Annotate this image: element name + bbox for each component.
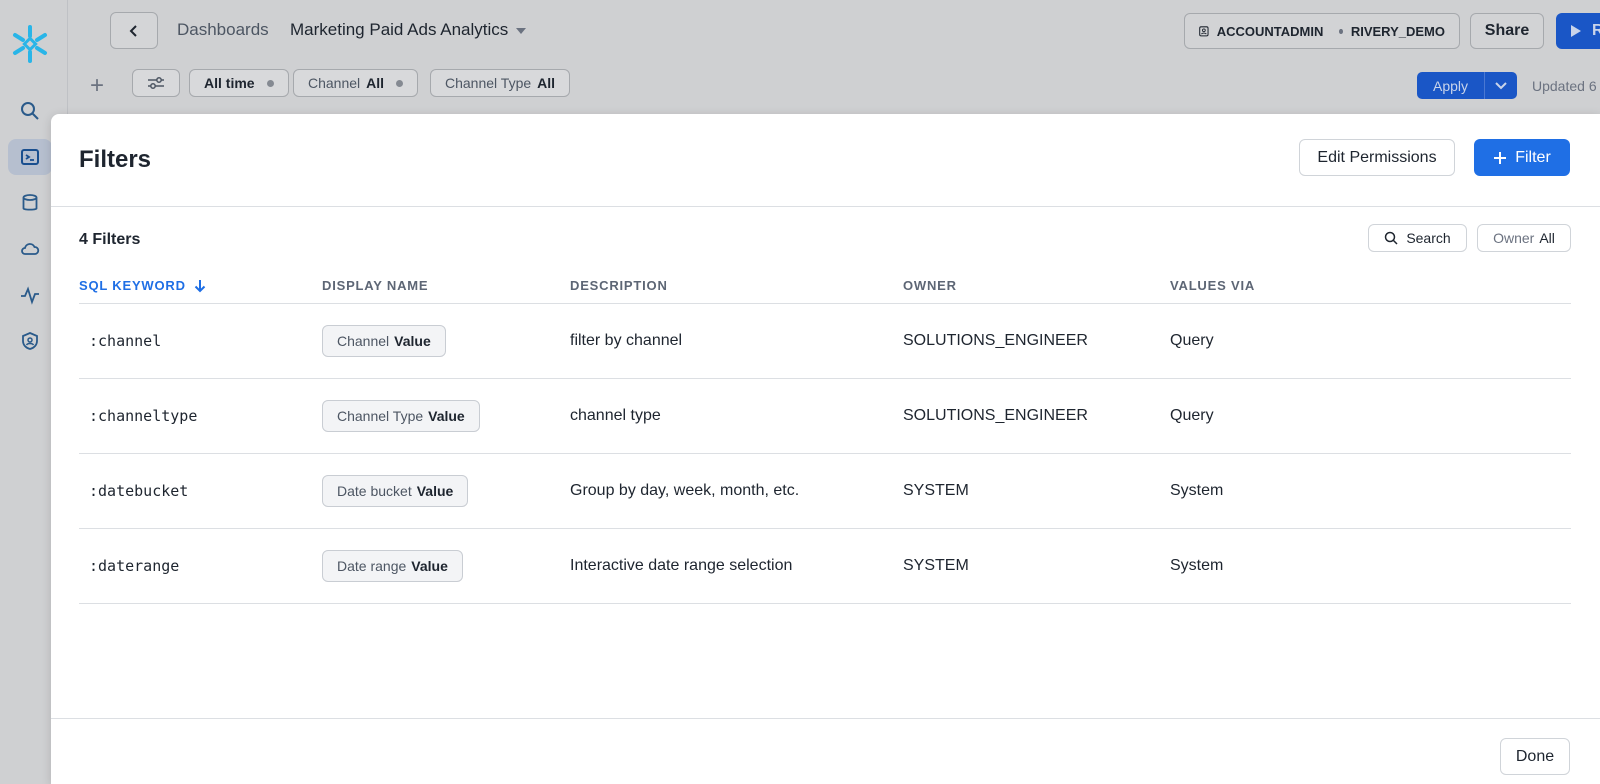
display-name: Date range: [337, 558, 407, 574]
display-name-pill: Date range Value: [322, 550, 463, 582]
chip-dot: [396, 79, 404, 87]
filter-settings-button[interactable]: [132, 69, 180, 97]
share-button[interactable]: Share: [1470, 13, 1544, 49]
filter-count: 4 Filters: [79, 231, 141, 248]
add-filter-button[interactable]: Filter: [1474, 139, 1570, 176]
column-sql-keyword-label: SQL KEYWORD: [79, 278, 186, 293]
shield-icon[interactable]: [8, 323, 52, 359]
display-suffix: Value: [428, 408, 465, 424]
divider: [51, 718, 1600, 719]
plus-icon: [1494, 151, 1507, 164]
description: channel type: [570, 407, 661, 424]
search-icon: [1385, 231, 1398, 245]
chip-date-range-label: All time: [204, 75, 255, 91]
description: Group by day, week, month, etc.: [570, 482, 800, 499]
display-name: Channel Type: [337, 408, 424, 424]
column-description[interactable]: DESCRIPTION: [570, 278, 668, 293]
run-label: R: [1592, 22, 1600, 39]
display-suffix: Value: [411, 558, 448, 574]
sliders-icon: [148, 77, 164, 89]
dashboard-title[interactable]: Marketing Paid Ads Analytics: [290, 20, 527, 40]
chip-dot: [266, 79, 274, 87]
run-button[interactable]: R: [1556, 13, 1600, 49]
warehouse-label: RIVERY_DEMO: [1350, 23, 1445, 39]
filters-table: SQL KEYWORD DISPLAY NAME DESCRIPTION OWN…: [79, 264, 1571, 604]
column-values-via[interactable]: VALUES VIA: [1170, 278, 1255, 293]
database-icon[interactable]: [8, 185, 52, 221]
owner: SYSTEM: [903, 557, 969, 574]
top-bar: Dashboards Marketing Paid Ads Analytics …: [68, 0, 1600, 62]
display-name-pill: Channel Type Value: [322, 400, 480, 432]
chip-channel-label: Channel: [308, 75, 361, 91]
role-label: ACCOUNTADMIN: [1216, 23, 1324, 39]
separator-dot: [1339, 28, 1343, 34]
add-filter-label: Filter: [1515, 148, 1551, 166]
snowflake-logo[interactable]: [10, 24, 50, 64]
display-suffix: Value: [394, 333, 431, 349]
owner: SYSTEM: [903, 482, 969, 499]
chip-channel-value: All: [366, 75, 385, 91]
display-name-pill: Date bucket Value: [322, 475, 469, 507]
play-icon: [1571, 25, 1581, 37]
search-button[interactable]: Search: [1368, 224, 1467, 252]
table-header: SQL KEYWORD DISPLAY NAME DESCRIPTION OWN…: [79, 264, 1571, 304]
filter-bar: + All time Channel All Channel Type All …: [68, 62, 1600, 112]
cloud-icon[interactable]: [8, 231, 52, 267]
caret-down-icon: [516, 28, 527, 34]
column-display-name[interactable]: DISPLAY NAME: [322, 278, 428, 293]
chevron-left-icon: [129, 24, 137, 37]
back-button[interactable]: [110, 12, 158, 49]
role-icon: [1199, 26, 1209, 37]
table-row[interactable]: :channeltype Channel Type Value channel …: [79, 379, 1571, 454]
apply-label: Apply: [1417, 72, 1485, 99]
table-row[interactable]: :daterange Date range Value Interactive …: [79, 529, 1571, 604]
column-sql-keyword[interactable]: SQL KEYWORD: [79, 278, 206, 293]
sql-keyword: :datebucket: [89, 482, 189, 500]
owner-filter-label: Owner: [1493, 230, 1535, 246]
search-icon[interactable]: [8, 93, 52, 129]
divider: [51, 206, 1600, 207]
sql-keyword: :daterange: [89, 557, 180, 575]
display-name-pill: Channel Value: [322, 325, 446, 357]
chip-channel-type-value: All: [537, 75, 556, 91]
updated-text: Updated 6: [1532, 78, 1597, 94]
chip-channel[interactable]: Channel All: [293, 69, 419, 97]
display-suffix: Value: [416, 483, 454, 499]
apply-dropdown-chevron-icon[interactable]: [1485, 81, 1517, 90]
table-row[interactable]: :channel Channel Value filter by channel…: [79, 304, 1571, 379]
modal-title: Filters: [79, 146, 152, 173]
arrow-down-icon: [194, 279, 206, 292]
chip-date-range[interactable]: All time: [189, 69, 289, 97]
display-name: Channel: [337, 333, 390, 349]
chip-channel-type[interactable]: Channel Type All: [430, 69, 571, 97]
add-filter-plus-icon[interactable]: +: [90, 72, 104, 100]
owner: SOLUTIONS_ENGINEER: [903, 332, 1088, 349]
values-via: System: [1170, 557, 1224, 574]
apply-button[interactable]: Apply: [1417, 72, 1517, 99]
filters-modal: Filters Edit Permissions Filter 4 Filter…: [51, 114, 1600, 784]
chip-channel-type-label: Channel Type: [445, 75, 532, 91]
description: Interactive date range selection: [570, 557, 793, 574]
description: filter by channel: [570, 332, 683, 349]
table-row[interactable]: :datebucket Date bucket Value Group by d…: [79, 454, 1571, 529]
owner: SOLUTIONS_ENGINEER: [903, 407, 1088, 424]
sql-keyword: :channeltype: [89, 407, 198, 425]
activity-icon[interactable]: [8, 277, 52, 313]
values-via: System: [1170, 482, 1224, 499]
display-name: Date bucket: [337, 483, 412, 499]
done-button[interactable]: Done: [1500, 738, 1570, 775]
breadcrumb-dashboards[interactable]: Dashboards: [177, 20, 269, 40]
worksheet-icon[interactable]: [8, 139, 52, 175]
owner-filter-value: All: [1539, 230, 1555, 246]
context-selector[interactable]: ACCOUNTADMIN RIVERY_DEMO: [1184, 13, 1460, 49]
dashboard-title-text: Marketing Paid Ads Analytics: [290, 20, 509, 39]
owner-filter-button[interactable]: Owner All: [1477, 224, 1571, 252]
column-owner[interactable]: OWNER: [903, 278, 957, 293]
search-label: Search: [1406, 230, 1451, 246]
values-via: Query: [1170, 332, 1214, 349]
sql-keyword: :channel: [89, 332, 162, 350]
values-via: Query: [1170, 407, 1214, 424]
edit-permissions-button[interactable]: Edit Permissions: [1299, 139, 1455, 176]
